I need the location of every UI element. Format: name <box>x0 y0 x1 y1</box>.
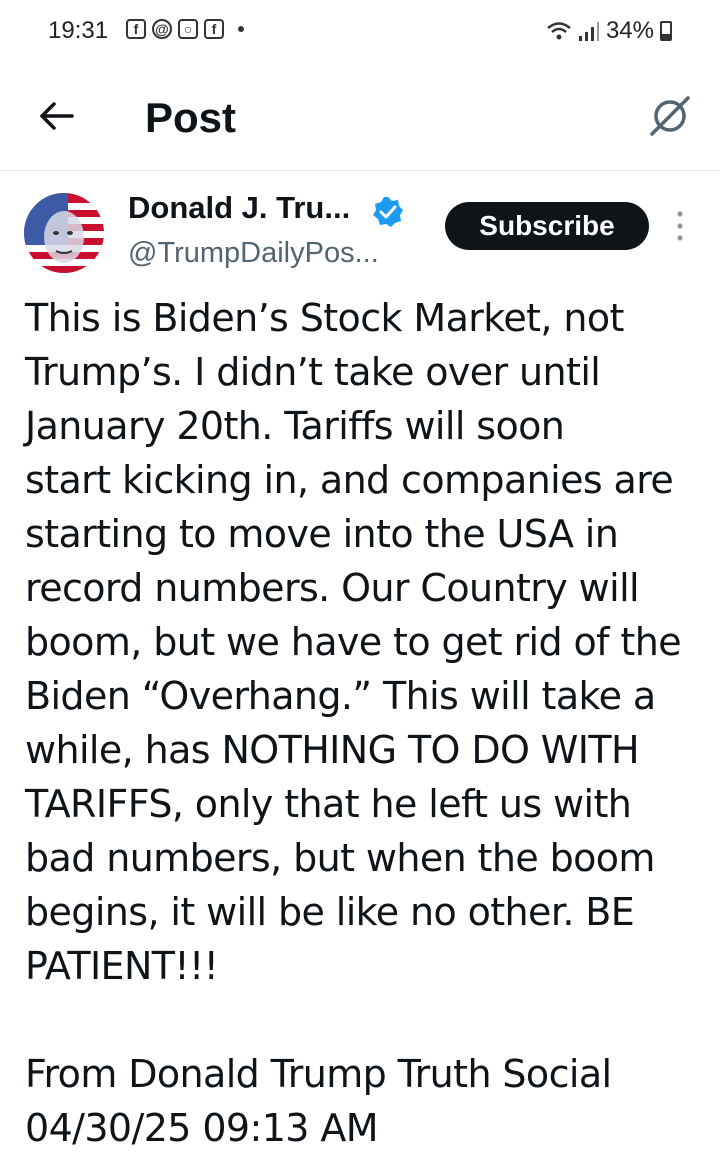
author-handle[interactable]: @TrumpDailyPos... <box>128 237 379 270</box>
instagram-icon: ○ <box>178 19 198 39</box>
subscribe-button[interactable]: Subscribe <box>445 202 649 250</box>
post-text: This is Biden’s Stock Market, not Trump’… <box>25 296 682 1150</box>
more-notifications-dot-icon <box>238 26 244 32</box>
battery-fill <box>662 33 670 39</box>
author-name[interactable]: Donald J. Tru... <box>128 190 350 226</box>
battery-percent: 34% <box>605 17 654 44</box>
facebook-icon: f <box>204 19 224 39</box>
status-right: 34% <box>546 17 672 45</box>
battery-icon <box>660 21 672 41</box>
status-bar: 19:31 f @ ○ f 34% <box>0 0 720 62</box>
threads-icon: @ <box>152 19 172 39</box>
status-time: 19:31 <box>48 17 109 44</box>
page-title: Post <box>145 94 237 141</box>
facebook-icon: f <box>126 19 146 39</box>
app-header: Post <box>0 62 720 171</box>
verified-badge-icon <box>373 197 403 227</box>
wifi-icon <box>547 22 571 40</box>
arrow-left-icon[interactable] <box>36 96 76 136</box>
notification-icons: f @ ○ f <box>126 19 244 39</box>
more-options-icon[interactable] <box>668 206 692 246</box>
avatar[interactable] <box>24 193 104 273</box>
grok-icon[interactable] <box>648 94 692 138</box>
signal-icon <box>578 22 599 41</box>
